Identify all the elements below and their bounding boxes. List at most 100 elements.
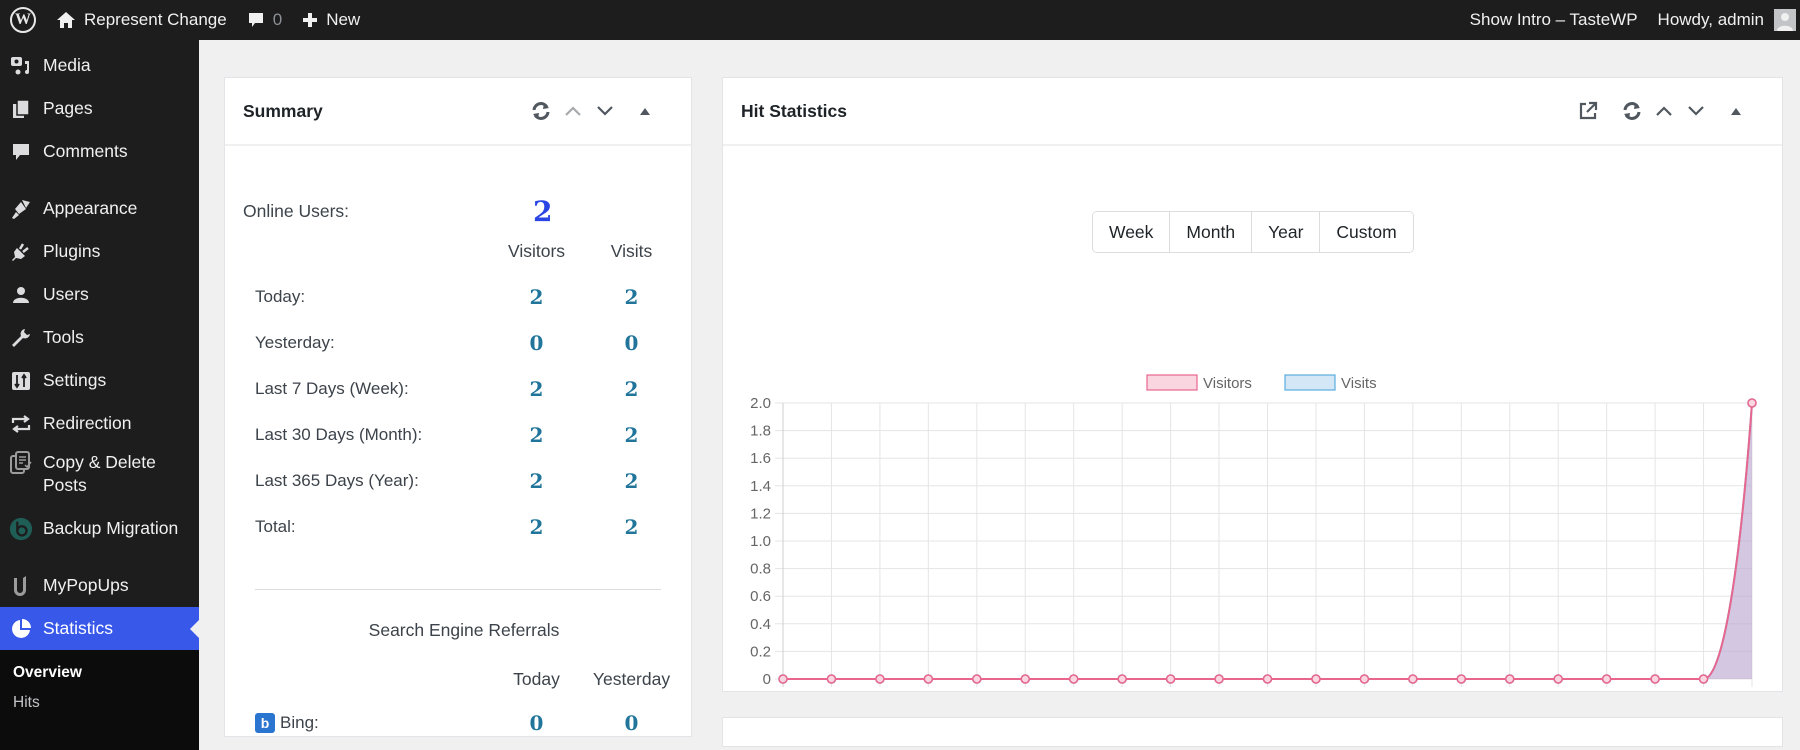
data-point-visitors (778, 674, 788, 684)
row-visitors-value[interactable]: 2 (489, 469, 584, 493)
summary-widget: Summary Online Users: 2 Visitors Visits … (224, 77, 692, 737)
admin-bar: W Represent Change 0 New Show Intro – Ta… (0, 0, 1800, 40)
row-label: Total: (255, 517, 296, 536)
wordpress-logo-button[interactable]: W (0, 0, 46, 40)
row-visits-value[interactable]: 0 (584, 331, 679, 355)
summary-title: Summary (243, 100, 323, 121)
legend-swatch-visitors (1146, 374, 1198, 391)
new-content-button[interactable]: New (292, 0, 370, 40)
row-visits-value[interactable]: 2 (584, 423, 679, 447)
visits-header: Visits (610, 240, 653, 261)
data-point-visitors (1020, 674, 1030, 684)
online-users-row: Online Users: 2 (225, 186, 691, 236)
row-visitors-value[interactable]: 2 (489, 423, 584, 447)
range-year-button[interactable]: Year (1252, 212, 1321, 252)
my-account-link[interactable]: Howdy, admin (1648, 0, 1800, 40)
data-point-visitors (1650, 674, 1660, 684)
hit-statistics-chart: Visitors Visits 0 0.2 0.4 0.6 0.8 1.0 1.2 1.4 1.6 1… (750, 374, 1757, 688)
summary-row: Today: 2 2 (225, 274, 691, 320)
row-visitors-value[interactable]: 2 (489, 515, 584, 539)
sidebar-item-pages[interactable]: Pages (0, 87, 199, 130)
sidebar-item-mypopups[interactable]: MyPopUps (0, 564, 199, 607)
hit-statistics-title: Hit Statistics (741, 100, 847, 121)
sidebar-item-backup-migration[interactable]: Backup Migration (0, 507, 199, 550)
sidebar-item-label: Settings (43, 370, 107, 390)
site-name: Represent Change (84, 10, 227, 29)
data-point-visitors (1165, 674, 1176, 684)
today-header: Today (513, 668, 560, 689)
refresh-icon[interactable] (525, 95, 557, 127)
date-range-selector: Week Month Year Custom (1092, 211, 1414, 253)
comments-link[interactable]: 0 (237, 0, 292, 40)
y-tick-label: 0.8 (750, 561, 771, 578)
row-visitors-value[interactable]: 2 (489, 285, 584, 309)
row-label: Today: (255, 287, 306, 306)
row-visits-value[interactable]: 2 (584, 515, 679, 539)
backup-migration-icon (9, 517, 33, 541)
yesterday-header: Yesterday (592, 668, 671, 689)
search-engine-referrals-title: Search Engine Referrals (368, 620, 560, 640)
plugins-icon (9, 240, 33, 264)
sidebar-item-users[interactable]: Users (0, 273, 199, 316)
row-visits-value[interactable]: 2 (584, 285, 679, 309)
range-week-button[interactable]: Week (1093, 212, 1171, 252)
data-point-visitors (1214, 674, 1224, 684)
data-point-visitors (1359, 674, 1370, 684)
range-custom-button[interactable]: Custom (1320, 212, 1413, 252)
data-point-visitors (1505, 674, 1515, 684)
sidebar-item-appearance[interactable]: Appearance (0, 187, 199, 230)
y-tick-label: 0 (763, 671, 771, 688)
sidebar-item-label: Backup Migration (43, 518, 179, 538)
sidebar-item-label: Media (43, 55, 91, 75)
move-down-icon[interactable] (1680, 95, 1712, 127)
sidebar-item-label: Plugins (43, 241, 101, 261)
wordpress-logo-icon: W (10, 7, 36, 33)
row-visits-value[interactable]: 2 (584, 469, 679, 493)
y-tick-label: 1.6 (750, 450, 771, 467)
site-name-link[interactable]: Represent Change (46, 0, 237, 40)
sidebar-item-statistics[interactable]: Statistics (0, 607, 199, 650)
y-tick-label: 2.0 (750, 395, 771, 412)
summary-row: Total: 2 2 (225, 504, 691, 550)
show-intro-link[interactable]: Show Intro – TasteWP (1460, 0, 1648, 40)
row-visitors-value[interactable]: 0 (489, 331, 584, 355)
submenu-item-hits[interactable]: Hits (0, 688, 199, 718)
referral-row-bing: b Bing: 0 0 (225, 700, 691, 746)
row-visits-value[interactable]: 2 (584, 377, 679, 401)
sidebar-item-copy-delete-posts[interactable]: Copy & Delete Posts (0, 445, 199, 507)
move-up-icon[interactable] (1648, 95, 1680, 127)
external-link-icon[interactable] (1572, 95, 1604, 127)
data-point-visitors (1068, 674, 1079, 684)
row-visitors-value[interactable]: 2 (489, 377, 584, 401)
sidebar-item-label: MyPopUps (43, 575, 129, 595)
refresh-icon[interactable] (1616, 95, 1648, 127)
sidebar-item-plugins[interactable]: Plugins (0, 230, 199, 273)
sidebar-item-comments[interactable]: Comments (0, 130, 199, 173)
data-point-visitors (1408, 674, 1418, 684)
move-down-icon[interactable] (589, 95, 621, 127)
summary-column-headers: Visitors Visits (225, 236, 691, 266)
sidebar-item-settings[interactable]: Settings (0, 359, 199, 402)
avatar (1774, 9, 1796, 31)
divider (255, 589, 661, 590)
copy-delete-icon (9, 451, 33, 475)
summary-header: Summary (225, 78, 691, 146)
sidebar-item-media[interactable]: Media (0, 44, 199, 87)
submenu-item-overview[interactable]: Overview (0, 658, 199, 688)
range-month-button[interactable]: Month (1170, 212, 1253, 252)
sidebar-item-redirection[interactable]: Redirection (0, 402, 199, 445)
online-users-value[interactable]: 2 (533, 195, 583, 228)
move-up-icon[interactable] (557, 95, 589, 127)
y-tick-label: 0.2 (750, 643, 771, 660)
collapse-toggle-icon[interactable] (1720, 95, 1752, 127)
legend-label-visitors: Visitors (1203, 375, 1252, 392)
sidebar-item-tools[interactable]: Tools (0, 316, 199, 359)
collapse-toggle-icon[interactable] (629, 95, 661, 127)
referral-yesterday-value[interactable]: 0 (584, 711, 679, 735)
summary-row: Yesterday: 0 0 (225, 320, 691, 366)
visitors-header: Visitors (507, 240, 566, 261)
hit-statistics-widget: Hit Statistics Week Month Year Custom Vi… (722, 77, 1783, 692)
users-icon (9, 283, 33, 307)
referral-today-value[interactable]: 0 (489, 711, 584, 735)
redirection-icon (9, 412, 33, 436)
